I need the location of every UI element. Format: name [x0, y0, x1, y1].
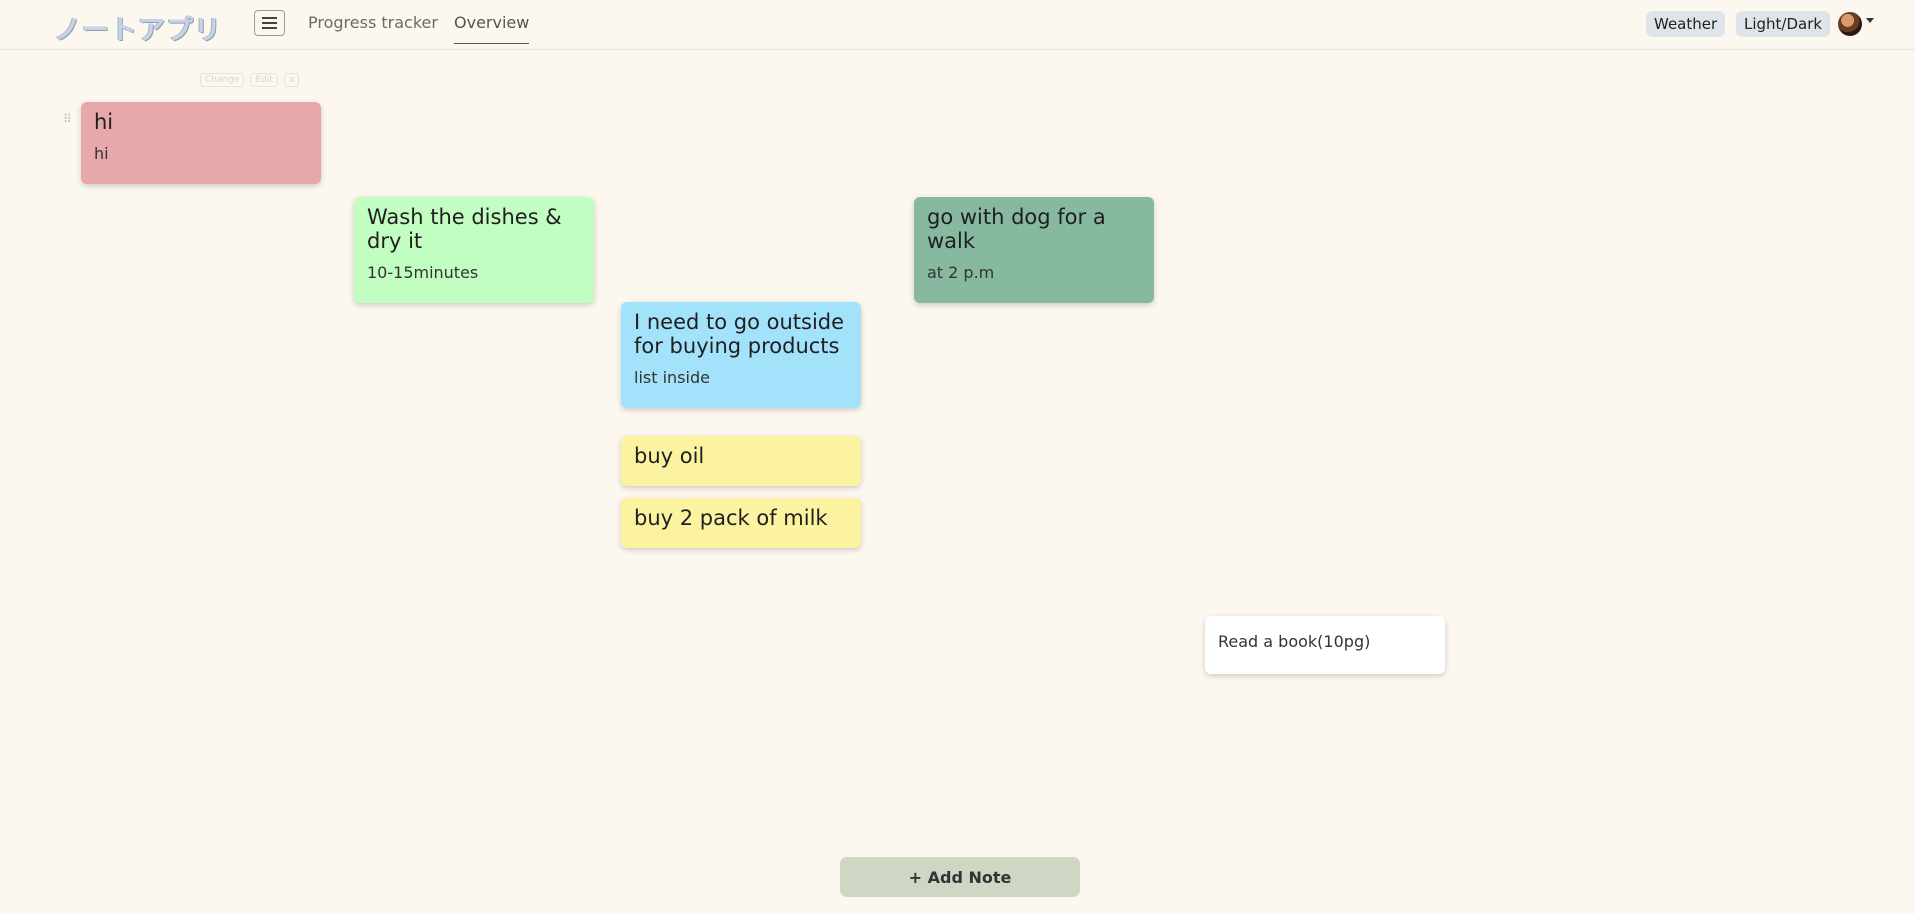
add-note-button[interactable]: + Add Note: [840, 857, 1080, 897]
note-body: hi: [94, 144, 109, 163]
note-title: buy oil: [634, 444, 705, 468]
hamburger-icon-bar: [262, 22, 277, 24]
app-logo[interactable]: ノートアプリ: [54, 8, 222, 47]
user-avatar[interactable]: [1838, 12, 1862, 36]
drag-handle-icon[interactable]: ⠿: [63, 112, 72, 126]
note-body: list inside: [634, 368, 710, 387]
nav-link-progress-tracker[interactable]: Progress tracker: [308, 13, 438, 32]
note-body: Read a book(10pg): [1218, 632, 1371, 651]
note-card[interactable]: buy oil: [621, 436, 861, 486]
menu-toggle-button[interactable]: [254, 10, 285, 36]
note-title: I need to go outside for buying products: [634, 310, 845, 358]
delete-note-button[interactable]: x: [283, 73, 300, 87]
note-title: Wash the dishes & dry it: [367, 205, 562, 253]
hamburger-icon-bar: [262, 27, 277, 29]
note-title: hi: [94, 110, 114, 134]
note-title: buy 2 pack of milk: [634, 506, 828, 530]
note-card[interactable]: hi hi: [81, 102, 321, 184]
note-title: go with dog for a walk: [927, 205, 1106, 253]
note-card[interactable]: buy 2 pack of milk: [621, 498, 861, 548]
change-note-button[interactable]: Change: [200, 73, 245, 87]
nav-link-overview[interactable]: Overview: [454, 13, 530, 44]
note-card[interactable]: go with dog for a walk at 2 p.m: [914, 197, 1154, 303]
note-body: at 2 p.m: [927, 263, 995, 282]
note-card[interactable]: Read a book(10pg): [1205, 616, 1445, 674]
edit-note-button[interactable]: Edit: [250, 73, 278, 87]
theme-toggle-button[interactable]: Light/Dark: [1736, 11, 1831, 37]
navbar: ノートアプリ Progress tracker Overview Weather…: [0, 0, 1915, 50]
note-body: 10-15minutes: [367, 263, 479, 282]
chevron-down-icon[interactable]: [1866, 18, 1874, 23]
weather-button[interactable]: Weather: [1646, 11, 1726, 37]
note-card[interactable]: Wash the dishes & dry it 10-15minutes: [354, 197, 594, 303]
note-card[interactable]: I need to go outside for buying products…: [621, 302, 861, 408]
hamburger-icon-bar: [262, 17, 277, 19]
note-controls: Change Edit x: [200, 73, 300, 87]
